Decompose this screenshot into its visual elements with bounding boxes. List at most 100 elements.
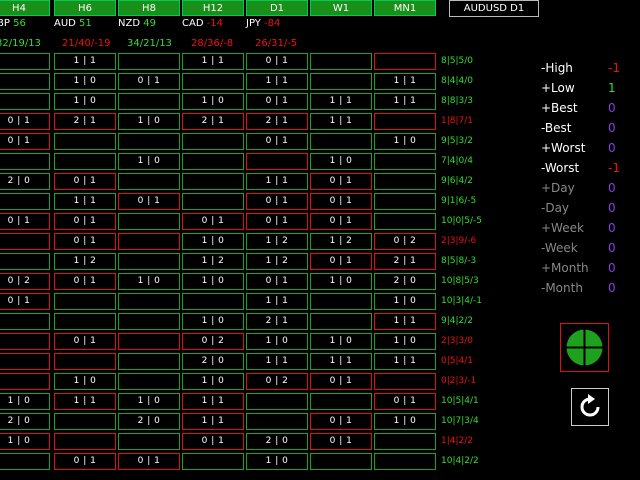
signal-cell[interactable]: 1 | 1: [246, 353, 308, 370]
signal-cell[interactable]: 1 | 0: [246, 333, 308, 350]
signal-cell[interactable]: [310, 313, 372, 330]
refresh-button[interactable]: [571, 388, 609, 426]
signal-cell[interactable]: 0 | 1: [246, 53, 308, 70]
signal-cell[interactable]: 0 | 1: [54, 213, 116, 230]
signal-cell[interactable]: 1 | 1: [310, 93, 372, 110]
signal-cell[interactable]: [182, 73, 244, 90]
signal-cell[interactable]: 1 | 1: [310, 353, 372, 370]
signal-cell[interactable]: 1 | 0: [374, 413, 436, 430]
signal-cell[interactable]: [118, 253, 180, 270]
symbol-button[interactable]: AUDUSD D1: [449, 0, 539, 17]
signal-cell[interactable]: [374, 153, 436, 170]
signal-cell[interactable]: 1 | 0: [0, 393, 50, 410]
signal-cell[interactable]: [118, 433, 180, 450]
timeframe-button-h6[interactable]: H6: [54, 0, 116, 16]
signal-cell[interactable]: 0 | 1: [182, 213, 244, 230]
signal-cell[interactable]: [118, 373, 180, 390]
signal-cell[interactable]: 2 | 1: [182, 113, 244, 130]
signal-cell[interactable]: [118, 93, 180, 110]
signal-cell[interactable]: 2 | 1: [54, 113, 116, 130]
signal-cell[interactable]: 1 | 0: [374, 133, 436, 150]
signal-cell[interactable]: [118, 213, 180, 230]
signal-cell[interactable]: 1 | 1: [374, 73, 436, 90]
signal-cell[interactable]: [0, 453, 50, 470]
signal-cell[interactable]: 1 | 1: [374, 93, 436, 110]
signal-cell[interactable]: 1 | 0: [118, 273, 180, 290]
signal-cell[interactable]: [0, 93, 50, 110]
signal-cell[interactable]: [246, 393, 308, 410]
signal-cell[interactable]: 1 | 1: [246, 173, 308, 190]
signal-cell[interactable]: [310, 293, 372, 310]
signal-cell[interactable]: 1 | 0: [310, 153, 372, 170]
signal-cell[interactable]: [374, 113, 436, 130]
signal-cell[interactable]: 2 | 0: [374, 273, 436, 290]
signal-cell[interactable]: 1 | 1: [246, 293, 308, 310]
signal-cell[interactable]: 0 | 2: [182, 333, 244, 350]
signal-cell[interactable]: 0 | 1: [310, 193, 372, 210]
signal-cell[interactable]: 1 | 2: [54, 253, 116, 270]
signal-cell[interactable]: [118, 313, 180, 330]
signal-cell[interactable]: 2 | 1: [246, 113, 308, 130]
signal-cell[interactable]: [0, 53, 50, 70]
signal-cell[interactable]: 1 | 0: [118, 393, 180, 410]
signal-cell[interactable]: [182, 153, 244, 170]
signal-cell[interactable]: [310, 133, 372, 150]
signal-cell[interactable]: 1 | 0: [182, 313, 244, 330]
signal-cell[interactable]: [374, 433, 436, 450]
signal-cell[interactable]: [118, 233, 180, 250]
signal-cell[interactable]: [374, 173, 436, 190]
signal-cell[interactable]: 0 | 1: [310, 173, 372, 190]
signal-cell[interactable]: 0 | 1: [54, 273, 116, 290]
signal-cell[interactable]: 1 | 1: [182, 53, 244, 70]
signal-cell[interactable]: 1 | 0: [0, 433, 50, 450]
signal-cell[interactable]: 1 | 0: [182, 273, 244, 290]
signal-cell[interactable]: 0 | 1: [310, 413, 372, 430]
signal-cell[interactable]: [0, 313, 50, 330]
signal-cell[interactable]: [0, 233, 50, 250]
signal-cell[interactable]: 0 | 1: [118, 193, 180, 210]
timeframe-button-h4[interactable]: H4: [0, 0, 50, 16]
signal-cell[interactable]: [374, 373, 436, 390]
signal-cell[interactable]: [246, 413, 308, 430]
signal-cell[interactable]: 1 | 2: [182, 253, 244, 270]
signal-cell[interactable]: 2 | 0: [182, 353, 244, 370]
signal-cell[interactable]: [54, 153, 116, 170]
signal-cell[interactable]: 0 | 1: [0, 213, 50, 230]
signal-cell[interactable]: 1 | 0: [182, 93, 244, 110]
timeframe-button-w1[interactable]: W1: [310, 0, 372, 16]
signal-cell[interactable]: [182, 173, 244, 190]
signal-cell[interactable]: [374, 213, 436, 230]
signal-cell[interactable]: 1 | 1: [310, 113, 372, 130]
signal-cell[interactable]: [54, 353, 116, 370]
signal-cell[interactable]: 0 | 1: [310, 213, 372, 230]
signal-cell[interactable]: [374, 193, 436, 210]
signal-cell[interactable]: [54, 413, 116, 430]
signal-cell[interactable]: 1 | 0: [374, 293, 436, 310]
signal-cell[interactable]: 0 | 1: [246, 93, 308, 110]
signal-cell[interactable]: 0 | 1: [246, 193, 308, 210]
signal-cell[interactable]: [118, 53, 180, 70]
signal-cell[interactable]: 1 | 0: [54, 73, 116, 90]
signal-cell[interactable]: [0, 73, 50, 90]
timeframe-button-mn1[interactable]: MN1: [374, 0, 436, 16]
signal-cell[interactable]: [310, 53, 372, 70]
signal-cell[interactable]: [118, 133, 180, 150]
signal-cell[interactable]: 0 | 2: [246, 373, 308, 390]
signal-cell[interactable]: [118, 333, 180, 350]
signal-cell[interactable]: [310, 453, 372, 470]
signal-cell[interactable]: 1 | 0: [374, 333, 436, 350]
signal-cell[interactable]: 0 | 1: [182, 433, 244, 450]
signal-cell[interactable]: [54, 433, 116, 450]
signal-cell[interactable]: [54, 313, 116, 330]
signal-cell[interactable]: [182, 193, 244, 210]
signal-cell[interactable]: 1 | 0: [246, 453, 308, 470]
signal-cell[interactable]: 2 | 0: [246, 433, 308, 450]
signal-cell[interactable]: [310, 393, 372, 410]
signal-cell[interactable]: 2 | 0: [0, 173, 50, 190]
timeframe-button-h12[interactable]: H12: [182, 0, 244, 16]
signal-cell[interactable]: 1 | 2: [246, 253, 308, 270]
signal-cell[interactable]: [0, 353, 50, 370]
signal-cell[interactable]: [0, 153, 50, 170]
signal-cell[interactable]: [182, 293, 244, 310]
signal-cell[interactable]: 1 | 1: [54, 393, 116, 410]
